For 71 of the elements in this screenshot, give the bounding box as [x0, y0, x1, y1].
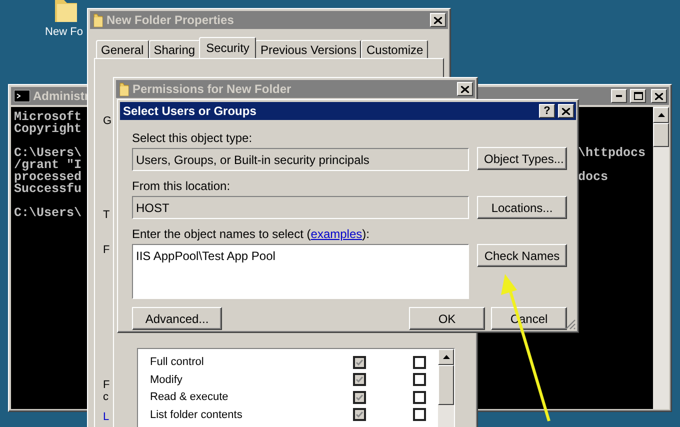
field-label: Select this object type: [132, 131, 254, 145]
close-button[interactable] [457, 82, 473, 96]
console-icon [14, 90, 30, 102]
console-text: C:\Users\ [14, 147, 82, 159]
locations-button[interactable]: Locations... [477, 196, 567, 219]
dialog-title: Select Users or Groups [123, 104, 258, 118]
console-text: \httpdocs [578, 147, 647, 159]
ok-button[interactable]: OK [409, 307, 485, 330]
console-text: /grant "I [14, 159, 82, 171]
scroll-thumb[interactable] [438, 365, 454, 405]
tab[interactable]: Previous Versions [255, 40, 362, 58]
examples-link[interactable]: examples [310, 227, 362, 241]
console-text: docs [578, 171, 610, 183]
check-icon [356, 358, 363, 366]
object-names-field[interactable]: IIS AppPool\Test App Pool [132, 244, 469, 299]
close-button[interactable] [651, 89, 667, 103]
console-text: C:\Users\ [14, 207, 82, 219]
label: F [103, 379, 110, 391]
label: G [103, 115, 112, 127]
field-label: Enter the object names to select (examples): [132, 227, 370, 241]
up-arrow-icon [658, 113, 664, 117]
deny-checkbox[interactable] [413, 408, 426, 422]
maximize-button[interactable] [630, 89, 646, 103]
window-title: New Folder Properties [106, 13, 235, 27]
label: T [103, 209, 110, 221]
close-icon [434, 16, 442, 24]
tab[interactable]: General [96, 40, 149, 58]
scrollbar[interactable] [438, 349, 454, 427]
deny-checkbox[interactable] [413, 373, 426, 386]
desktop-icon-label[interactable]: New Fo [45, 26, 83, 38]
tab[interactable]: Security [199, 37, 256, 58]
label: c [103, 391, 108, 403]
maximize-icon [634, 92, 642, 100]
permission-name: Full control [150, 356, 205, 368]
tab[interactable]: Customize [361, 40, 428, 58]
close-button[interactable] [430, 13, 446, 27]
link[interactable]: L [103, 411, 110, 423]
check-names-button[interactable]: Check Names [477, 244, 567, 267]
console-text: Copyright [14, 123, 82, 135]
object-types-button[interactable]: Object Types... [477, 147, 567, 170]
folder-icon [93, 12, 104, 28]
close-icon [562, 108, 570, 114]
label: F [103, 244, 110, 256]
close-icon [461, 86, 469, 92]
minimize-button[interactable] [611, 89, 627, 103]
console-text: Microsoft [14, 111, 82, 123]
console-text: Successfu [14, 183, 82, 195]
close-button[interactable] [558, 104, 574, 118]
close-icon [655, 92, 663, 100]
scrollbar[interactable] [653, 107, 669, 409]
check-icon [356, 376, 363, 384]
permission-name: Read & execute [150, 391, 230, 404]
window-title: Permissions for New Folder [132, 82, 292, 96]
check-icon [356, 394, 363, 401]
field-label: From this location: [132, 179, 232, 193]
location-field[interactable]: HOST [132, 196, 469, 219]
tab[interactable]: Sharing [148, 40, 200, 58]
advanced-button[interactable]: Advanced... [132, 307, 222, 330]
deny-checkbox[interactable] [413, 390, 426, 404]
help-button[interactable]: ? [539, 104, 555, 118]
folder-icon [119, 82, 130, 96]
console-text: processed [14, 171, 82, 183]
permission-name: Modify [150, 374, 184, 386]
minimize-icon [616, 95, 622, 97]
resize-grip-icon[interactable] [565, 319, 576, 330]
up-arrow-icon [442, 355, 450, 359]
permission-name: List folder contents [150, 408, 244, 421]
check-icon [356, 411, 363, 418]
scroll-thumb[interactable] [653, 123, 669, 147]
deny-checkbox[interactable] [413, 356, 426, 369]
object-type-field[interactable]: Users, Groups, or Built-in security principals [132, 148, 469, 171]
